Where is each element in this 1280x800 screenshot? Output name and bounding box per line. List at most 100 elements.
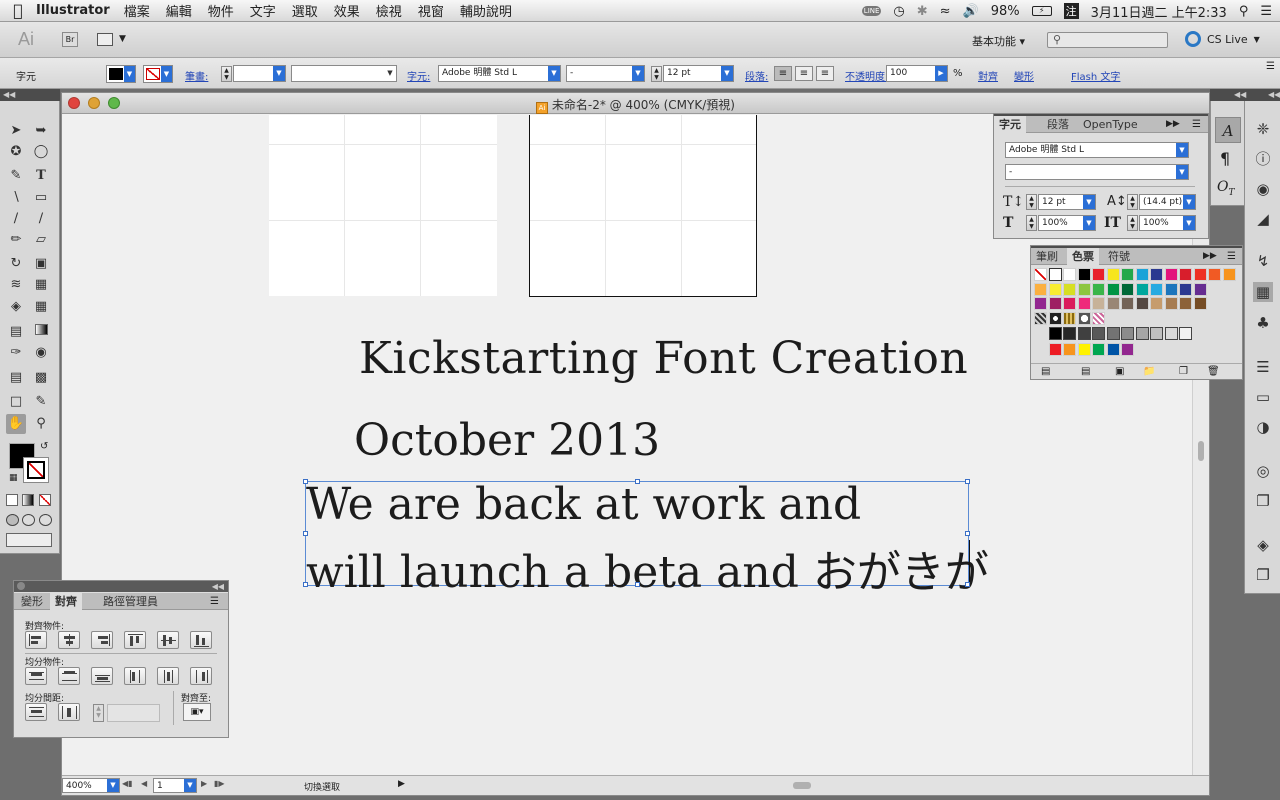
character-panel-icon[interactable]: A [1215,117,1241,143]
tab-swatches[interactable]: 色票 [1067,248,1099,265]
paragraph-link[interactable]: 段落: [745,68,768,85]
draw-behind-icon[interactable] [22,514,35,526]
none-mode-icon[interactable] [39,494,51,506]
menu-select[interactable]: 選取 [292,1,318,20]
color-swatch[interactable] [1164,268,1178,281]
color-swatch[interactable] [1179,297,1192,310]
vertical-align-top-button[interactable] [124,631,146,649]
horizontal-align-left-button[interactable] [25,631,47,649]
rectangle-tool-icon[interactable]: ▭ [31,188,51,208]
blend-tool-icon[interactable]: ◉ [31,343,51,363]
status-menu-arrow-icon[interactable]: ▶ [398,779,405,789]
color-swatch[interactable] [1106,282,1120,296]
color-swatch[interactable] [1077,297,1091,310]
swatch-folder-icon[interactable] [1034,327,1047,340]
swatch-libraries-icon[interactable]: ▤ [1041,366,1050,377]
selection-handle-tm[interactable] [635,479,640,484]
color-swatch[interactable] [1092,342,1105,356]
color-swatch[interactable] [1179,282,1192,296]
stroke-color-swatch[interactable] [23,457,49,483]
selection-handle-bm[interactable] [635,582,640,587]
battery-percent[interactable]: 98% [991,4,1020,19]
pattern-swatch[interactable] [1034,311,1047,325]
color-swatch[interactable] [1164,282,1178,296]
symbol-sprayer-tool-icon[interactable]: ▤ [6,368,26,388]
headline-text[interactable]: Kickstarting Font Creation [359,333,968,384]
color-swatch[interactable] [1063,282,1076,296]
panel-vscale-stepper[interactable]: ▲ ▼ [1026,215,1037,231]
color-swatch[interactable] [1150,282,1163,296]
tab-symbols[interactable]: 符號 [1103,248,1135,265]
horizontal-distribute-space-button[interactable] [58,703,80,721]
stroke-link[interactable]: 筆畫: [185,68,208,85]
horizontal-scroll-thumb[interactable] [793,782,811,789]
align-panel-grip[interactable]: ◀◀ [14,581,228,592]
font-size-dropdown[interactable]: 12 pt ▼ [663,65,734,82]
color-swatch[interactable] [1092,282,1105,296]
transparency-icon[interactable]: ◑ [1253,417,1273,437]
swatch-folder-icon[interactable] [1034,343,1047,356]
hand-tool-icon[interactable]: ✋ [6,414,26,434]
stroke-panel-icon[interactable]: ☰ [1253,357,1273,377]
tab-transform[interactable]: 變形 [16,593,48,610]
gray-swatch[interactable] [1063,327,1076,340]
slice-tool-icon[interactable]: ✎ [31,392,51,412]
opentype-panel-icon[interactable]: OT [1217,179,1235,198]
selected-text-frame[interactable]: We are back at work and will launch a be… [303,479,989,598]
vertical-align-bottom-button[interactable] [190,631,212,649]
panel-collapse-icon[interactable]: ▶▶ [1166,116,1180,133]
color-swatch[interactable] [1193,268,1207,281]
show-swatch-kinds-icon[interactable]: ▤ [1081,366,1090,377]
selection-handle-tr[interactable] [965,479,970,484]
selection-handle-ml[interactable] [303,531,308,536]
draw-normal-icon[interactable] [6,514,19,526]
color-swatch[interactable] [1193,297,1207,310]
previous-artboard-button[interactable]: ◀ [141,779,147,788]
body-text-line-1[interactable]: We are back at work and [306,479,861,530]
opacity-link[interactable]: 不透明度: [845,68,888,85]
collapse-icon[interactable]: ◀◀ [1234,89,1246,101]
selection-handle-bl[interactable] [303,582,308,587]
paragraph-panel-icon[interactable]: ¶ [1220,149,1230,168]
clock[interactable]: 3月11日週二 上午2:33 [1091,2,1227,21]
time-machine-icon[interactable]: ◷ [893,4,904,19]
pattern-swatch[interactable] [1048,311,1062,325]
menu-file[interactable]: 檔案 [124,1,150,20]
panel-menu-icon[interactable]: ☰ [1227,248,1236,265]
color-swatch[interactable] [1135,297,1149,310]
tab-brushes[interactable]: 筆刷 [1031,248,1063,265]
stroke-color-dropdown[interactable]: ▼ [143,65,173,83]
color-swatch[interactable] [1034,282,1047,296]
magic-wand-tool-icon[interactable]: ✪ [6,142,26,162]
color-swatch[interactable] [1077,282,1091,296]
transform-link[interactable]: 變形 [1014,68,1034,85]
panel-leading-stepper[interactable]: ▲ ▼ [1127,194,1138,210]
flash-text-link[interactable]: Flash 文字 [1071,68,1120,85]
battery-icon[interactable]: ⚡ [1031,6,1052,16]
registration-swatch[interactable] [1048,268,1062,281]
color-swatch[interactable] [1063,297,1076,310]
menu-view[interactable]: 檢視 [376,1,402,20]
wifi-icon[interactable]: ≈ [940,4,951,19]
draw-inside-icon[interactable] [39,514,52,526]
panel-font-style-dropdown[interactable]: - ▼ [1005,164,1189,180]
layers-icon[interactable]: ◈ [1253,535,1273,555]
color-panel-icon[interactable]: ◉ [1253,179,1273,199]
color-swatch[interactable] [1092,297,1105,310]
opacity-dropdown[interactable]: 100 ▶ [886,65,948,82]
color-mode-icon[interactable] [6,494,18,506]
color-swatch[interactable] [1121,342,1134,356]
apple-icon[interactable]:  [0,1,36,20]
color-swatch[interactable] [1106,342,1120,356]
panel-font-family-dropdown[interactable]: Adobe 明體 Std L ▼ [1005,142,1189,158]
vertical-distribute-bottom-button[interactable] [91,667,113,685]
panel-hscale-stepper[interactable]: ▲ ▼ [1127,215,1138,231]
first-artboard-button[interactable]: ◀▮ [122,779,133,788]
character-link[interactable]: 字元: [407,68,430,85]
align-link[interactable]: 對齊 [978,68,998,85]
gray-swatch[interactable] [1150,327,1163,340]
navigator-icon[interactable]: ❈ [1253,119,1273,139]
blob-brush-tool-icon[interactable]: ∕ [31,209,51,229]
selection-tool-icon[interactable]: ➤ [6,121,26,141]
free-transform-tool-icon[interactable]: ▦ [31,275,51,295]
